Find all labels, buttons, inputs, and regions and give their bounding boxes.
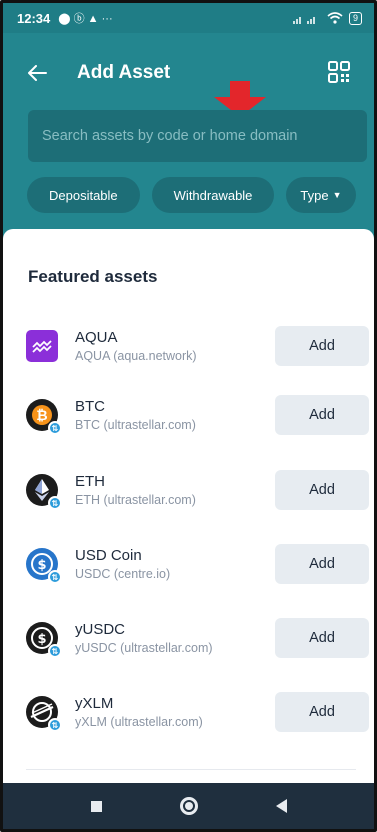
verified-badge-icon: ⇅ [48, 496, 62, 510]
status-time: 12:34 [17, 10, 51, 26]
qr-scan-icon[interactable] [328, 61, 352, 85]
wifi-icon [327, 12, 343, 24]
asset-row-btc: ₿ ⇅ BTC BTC (ultrastellar.com) Add [26, 385, 369, 445]
asset-domain: ETH (ultrastellar.com) [75, 493, 196, 507]
verified-badge-icon: ⇅ [48, 570, 62, 584]
system-nav-bar [3, 783, 374, 829]
assets-card: Featured assets AQUA AQUA (aqua.network)… [3, 229, 374, 789]
usdc-icon: $ ⇅ [26, 548, 62, 584]
asset-row-yxlm: ⇅ yXLM yXLM (ultrastellar.com) Add [26, 682, 369, 742]
asset-domain: USDC (centre.io) [75, 567, 171, 581]
add-btc-button[interactable]: Add [275, 395, 369, 435]
filter-type-label: Type [300, 187, 329, 203]
add-yxlm-button[interactable]: Add [275, 692, 369, 732]
signal-icon [292, 16, 315, 24]
asset-row-aqua: AQUA AQUA (aqua.network) Add [26, 316, 369, 376]
verified-badge-icon: ⇅ [48, 421, 62, 435]
add-aqua-button[interactable]: Add [275, 326, 369, 366]
asset-domain: yUSDC (ultrastellar.com) [75, 641, 213, 655]
app-bar: Add Asset [3, 53, 374, 93]
search-field[interactable] [28, 110, 367, 162]
divider [26, 769, 356, 770]
aqua-icon [26, 330, 58, 362]
system-icons: 9 [292, 11, 362, 25]
page-title: Add Asset [77, 62, 171, 83]
asset-code: yXLM [75, 695, 114, 712]
notification-icons: ⬤ ⓑ ▲ ··· [58, 13, 113, 25]
battery-icon: 9 [348, 11, 362, 25]
svg-text:$: $ [37, 632, 46, 647]
asset-domain: yXLM (ultrastellar.com) [75, 715, 203, 729]
asset-row-yusdc: $ ⇅ yUSDC yUSDC (ultrastellar.com) Add [26, 608, 369, 668]
add-yusdc-button[interactable]: Add [275, 618, 369, 658]
asset-domain: AQUA (aqua.network) [75, 349, 197, 363]
chevron-down-icon: ▼ [332, 190, 342, 200]
verified-badge-icon: ⇅ [48, 644, 62, 658]
search-input[interactable] [42, 128, 353, 144]
yusdc-icon: $ ⇅ [26, 622, 62, 658]
ethereum-icon: ⇅ [26, 474, 62, 510]
status-bar: 12:34 ⬤ ⓑ ▲ ··· 9 [3, 3, 374, 33]
phone-screen: 12:34 ⬤ ⓑ ▲ ··· 9 Add Asset Search asset… [0, 0, 377, 832]
asset-code: ETH [75, 473, 105, 490]
add-usdc-button[interactable]: Add [275, 544, 369, 584]
svg-text:₿: ₿ [36, 408, 47, 424]
filter-type[interactable]: Type ▼ [286, 177, 356, 213]
filter-chips: Depositable Withdrawable Type ▼ [27, 177, 356, 213]
verified-badge-icon: ⇅ [48, 718, 62, 732]
asset-code: yUSDC [75, 621, 126, 638]
asset-code: AQUA [75, 329, 118, 346]
add-eth-button[interactable]: Add [275, 470, 369, 510]
asset-code: BTC [75, 398, 105, 415]
back-arrow-icon[interactable] [25, 61, 49, 85]
back-icon[interactable] [275, 799, 287, 813]
yxlm-icon: ⇅ [26, 696, 62, 732]
asset-row-eth: ⇅ ETH ETH (ultrastellar.com) Add [26, 460, 369, 520]
filter-withdrawable[interactable]: Withdrawable [151, 177, 275, 213]
recents-icon[interactable] [90, 800, 102, 812]
asset-code: USD Coin [75, 547, 142, 564]
home-icon[interactable] [179, 797, 198, 815]
svg-text:$: $ [37, 558, 46, 573]
asset-domain: BTC (ultrastellar.com) [75, 418, 196, 432]
asset-row-usdc: $ ⇅ USD Coin USDC (centre.io) Add [26, 534, 369, 594]
filter-depositable[interactable]: Depositable [27, 177, 140, 213]
section-title: Featured assets [28, 267, 158, 286]
bitcoin-icon: ₿ ⇅ [26, 399, 62, 435]
